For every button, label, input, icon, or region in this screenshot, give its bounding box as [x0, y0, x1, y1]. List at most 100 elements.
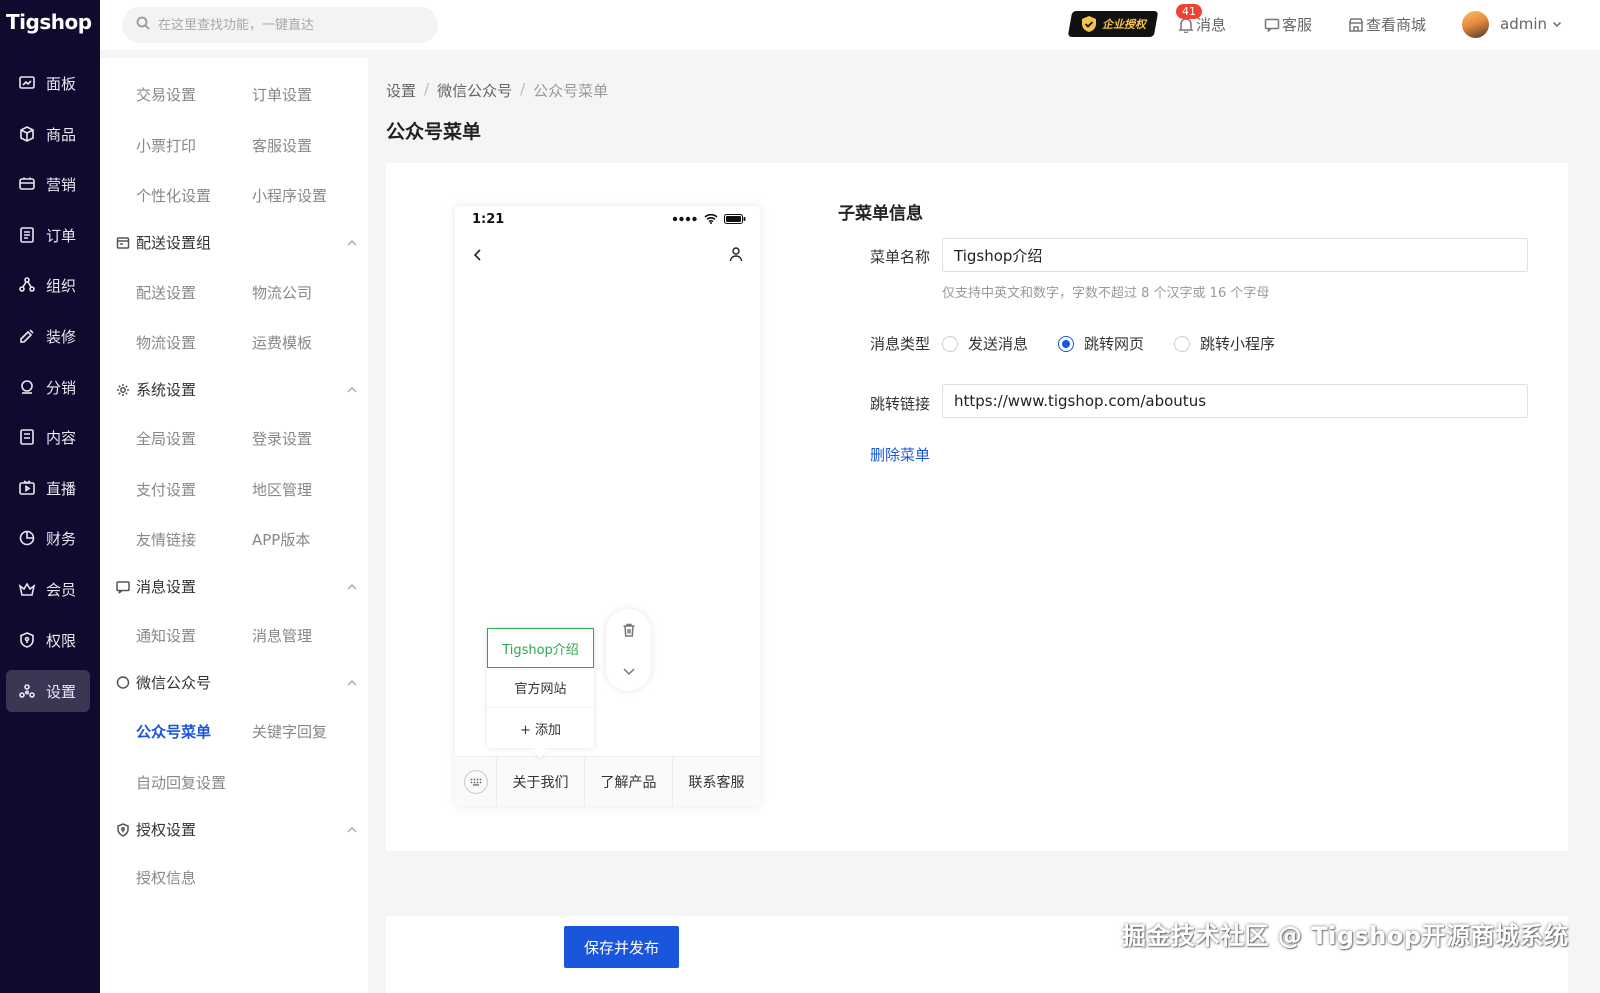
- submenu-link[interactable]: 交易设置: [136, 84, 196, 105]
- sidebar-item-decorate[interactable]: 装修: [6, 315, 90, 357]
- search-input[interactable]: [158, 17, 418, 33]
- menu-name-input[interactable]: [942, 238, 1528, 272]
- app-logo[interactable]: Tigshop: [6, 10, 92, 34]
- message-type-label: 消息类型: [869, 335, 930, 353]
- submenu-link[interactable]: 关键字回复: [252, 721, 327, 742]
- delete-menu-link[interactable]: 删除菜单: [870, 444, 930, 465]
- submenu-link[interactable]: 物流公司: [252, 282, 312, 303]
- user-menu[interactable]: admin: [1500, 15, 1562, 33]
- chevron-up-icon[interactable]: [346, 822, 358, 834]
- jump-link-input[interactable]: [942, 384, 1528, 418]
- radio-label: 跳转小程序: [1200, 335, 1276, 353]
- submenu-group-auth[interactable]: 授权设置: [116, 819, 358, 840]
- submenu-link[interactable]: 通知设置: [136, 625, 196, 646]
- chevron-up-icon[interactable]: [346, 675, 358, 687]
- sidebar-item-live[interactable]: 直播: [6, 467, 90, 509]
- submenu-link[interactable]: APP版本: [252, 529, 310, 550]
- submenu-link[interactable]: 客服设置: [252, 135, 312, 156]
- delivery-icon: [116, 236, 130, 250]
- sidebar-item-member[interactable]: 会员: [6, 568, 90, 610]
- avatar[interactable]: [1462, 11, 1489, 38]
- submenu-actions: [606, 609, 651, 691]
- submenu-link[interactable]: 支付设置: [136, 479, 196, 500]
- member-icon: [18, 580, 36, 598]
- keyboard-toggle[interactable]: [455, 757, 497, 807]
- submenu-group-message[interactable]: 消息设置: [116, 576, 358, 597]
- chevron-up-icon[interactable]: [346, 382, 358, 394]
- radio-send-message[interactable]: 发送消息: [942, 333, 1028, 354]
- sidebar-item-organization[interactable]: 组织: [6, 264, 90, 306]
- submenu-link[interactable]: 小票打印: [136, 135, 196, 156]
- chevron-down-icon: [1552, 21, 1562, 28]
- move-down-button[interactable]: [606, 650, 651, 691]
- sidebar-item-label: 营销: [46, 175, 77, 194]
- sidebar-item-orders[interactable]: 订单: [6, 214, 90, 256]
- breadcrumb-item[interactable]: 设置: [386, 80, 416, 101]
- radio-jump-miniprogram[interactable]: 跳转小程序: [1174, 333, 1275, 354]
- add-submenu-button[interactable]: + 添加: [487, 708, 594, 748]
- chevron-up-icon[interactable]: [346, 579, 358, 591]
- submenu-link[interactable]: 地区管理: [252, 479, 312, 500]
- submenu-link[interactable]: 物流设置: [136, 332, 196, 353]
- decorate-icon: [18, 327, 36, 345]
- dashboard-icon: [18, 74, 36, 92]
- sidebar-item-finance[interactable]: 财务: [6, 517, 90, 559]
- sidebar-item-label: 财务: [46, 529, 77, 548]
- submenu-link[interactable]: 友情链接: [136, 529, 196, 550]
- breadcrumb-item[interactable]: 微信公众号: [437, 80, 512, 101]
- submenu-group-system[interactable]: 系统设置: [116, 379, 358, 400]
- sidebar-item-permission[interactable]: 权限: [6, 619, 90, 661]
- sidebar-item-settings[interactable]: 设置: [6, 670, 90, 712]
- menu-tab-about[interactable]: 关于我们: [497, 757, 585, 807]
- menu-tab-contact[interactable]: 联系客服: [673, 757, 760, 807]
- submenu-link[interactable]: 登录设置: [252, 428, 312, 449]
- submenu-link-active[interactable]: 公众号菜单: [136, 721, 211, 742]
- submenu-link[interactable]: 运费模板: [252, 332, 312, 353]
- wifi-icon: [704, 213, 718, 224]
- submenu-group-delivery[interactable]: 配送设置组: [116, 232, 358, 253]
- submenu-link[interactable]: 个性化设置: [136, 185, 211, 206]
- watermark-text: 掘金技术社区 @ Tigshop开源商城系统: [1122, 922, 1569, 950]
- view-shop-button[interactable]: 查看商城: [1348, 14, 1426, 35]
- delete-submenu-button[interactable]: [606, 609, 651, 650]
- enterprise-auth-badge[interactable]: 企业授权: [1067, 11, 1159, 37]
- radio-jump-webpage[interactable]: 跳转网页: [1058, 333, 1144, 354]
- user-icon[interactable]: [728, 246, 744, 262]
- sidebar-item-marketing[interactable]: 营销: [6, 163, 90, 205]
- menu-tab-products[interactable]: 了解产品: [585, 757, 673, 807]
- submenu-link[interactable]: 授权信息: [136, 867, 196, 888]
- chevron-up-icon[interactable]: [346, 235, 358, 247]
- sidebar-item-label: 内容: [46, 428, 77, 447]
- radio-circle[interactable]: [942, 335, 958, 352]
- sidebar-item-dashboard[interactable]: 面板: [6, 62, 90, 104]
- submenu-item-selected[interactable]: Tigshop介绍: [487, 628, 594, 668]
- sidebar-item-label: 商品: [46, 125, 77, 144]
- menu-name-label: 菜单名称: [869, 248, 930, 266]
- finance-icon: [18, 529, 36, 547]
- sidebar-item-label: 设置: [46, 682, 77, 701]
- customer-service-button[interactable]: 客服: [1264, 14, 1312, 35]
- sidebar-item-distribution[interactable]: 分销: [6, 366, 90, 408]
- submenu-link[interactable]: 小程序设置: [252, 185, 327, 206]
- submenu-link[interactable]: 全局设置: [136, 428, 196, 449]
- jump-link-label: 跳转链接: [869, 395, 930, 413]
- radio-circle[interactable]: [1174, 335, 1190, 352]
- submenu-item[interactable]: 官方网站: [487, 668, 594, 708]
- submenu-link[interactable]: 订单设置: [252, 84, 312, 105]
- sidebar-item-content[interactable]: 内容: [6, 416, 90, 458]
- keyboard-icon: [470, 778, 481, 786]
- submenu-link[interactable]: 消息管理: [252, 625, 312, 646]
- submenu-group-wechat[interactable]: 微信公众号: [116, 672, 358, 693]
- store-icon: [1348, 17, 1364, 32]
- main-sidebar: Tigshop 面板 商品 营销 订单 组织 装修 分销 内容 直播 财务 会员…: [0, 0, 100, 993]
- back-chevron-icon[interactable]: [471, 248, 485, 262]
- sidebar-item-products[interactable]: 商品: [6, 113, 90, 155]
- radio-circle-checked[interactable]: [1058, 335, 1074, 352]
- submenu-link[interactable]: 自动回复设置: [136, 772, 226, 793]
- user-name: admin: [1500, 15, 1547, 33]
- search-box[interactable]: [122, 7, 438, 43]
- save-publish-button[interactable]: 保存并发布: [564, 926, 679, 968]
- distribution-icon: [18, 378, 36, 396]
- breadcrumb-separator: /: [424, 80, 430, 98]
- submenu-link[interactable]: 配送设置: [136, 282, 196, 303]
